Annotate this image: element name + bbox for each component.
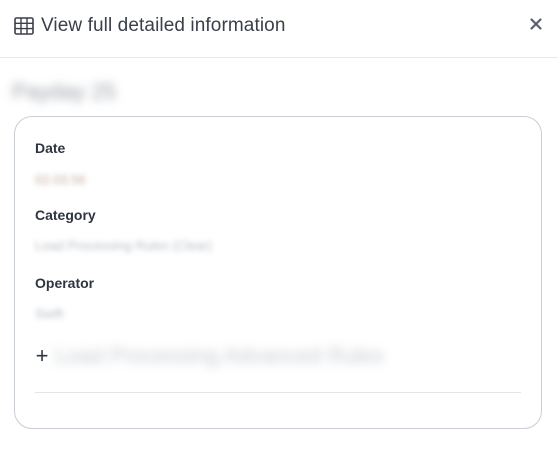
expand-section-toggle[interactable]: + Load Processing Advanced Rules bbox=[35, 343, 384, 369]
category-value: Load Processing Rules (Clear) bbox=[35, 238, 213, 253]
date-value: 02.03.56 bbox=[35, 172, 86, 187]
plus-icon: + bbox=[35, 343, 49, 368]
date-label: Date bbox=[35, 140, 66, 156]
expand-section-label: Load Processing Advanced Rules bbox=[55, 343, 384, 368]
operator-value: Swift bbox=[35, 306, 64, 321]
close-button[interactable] bbox=[526, 14, 546, 34]
record-name: Payday 25 bbox=[12, 79, 116, 104]
detail-dialog: View full detailed information Payday 25… bbox=[0, 0, 558, 457]
dialog-title-text: View full detailed information bbox=[41, 15, 286, 36]
detail-card: Date 02.03.56 Category Load Processing R… bbox=[14, 116, 542, 429]
operator-label: Operator bbox=[35, 275, 95, 291]
card-divider bbox=[35, 392, 521, 393]
category-label: Category bbox=[35, 207, 96, 223]
dialog-title: View full detailed information bbox=[14, 14, 286, 38]
table-grid-icon bbox=[14, 17, 34, 35]
close-icon bbox=[530, 18, 542, 30]
dialog-header: View full detailed information bbox=[0, 0, 558, 58]
